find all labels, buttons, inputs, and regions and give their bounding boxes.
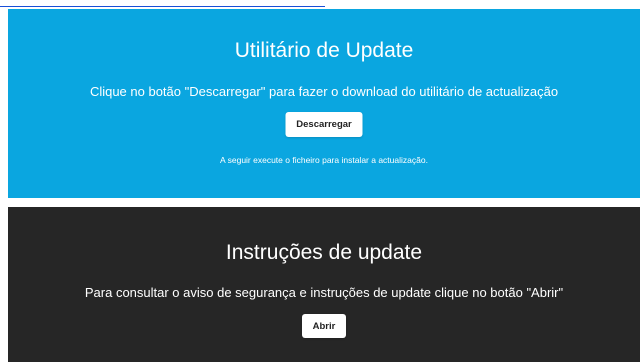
update-utility-panel: Utilitário de Update Clique no botão "De…	[8, 9, 640, 198]
update-instructions-title: Instruções de update	[225, 241, 423, 264]
update-utility-title: Utilitário de Update	[234, 39, 414, 62]
update-instructions-panel: Instruções de update Para consultar o av…	[8, 207, 640, 362]
top-link[interactable]	[0, 0, 325, 7]
update-instructions-description: Para consultar o aviso de segurança e in…	[84, 285, 564, 300]
download-button[interactable]: Descarregar	[285, 112, 363, 137]
update-utility-description: Clique no botão "Descarregar" para fazer…	[89, 84, 559, 99]
open-button[interactable]: Abrir	[302, 314, 346, 338]
page: Utilitário de Update Clique no botão "De…	[0, 0, 640, 362]
install-note: A seguir execute o ficheiro para instala…	[220, 155, 428, 165]
